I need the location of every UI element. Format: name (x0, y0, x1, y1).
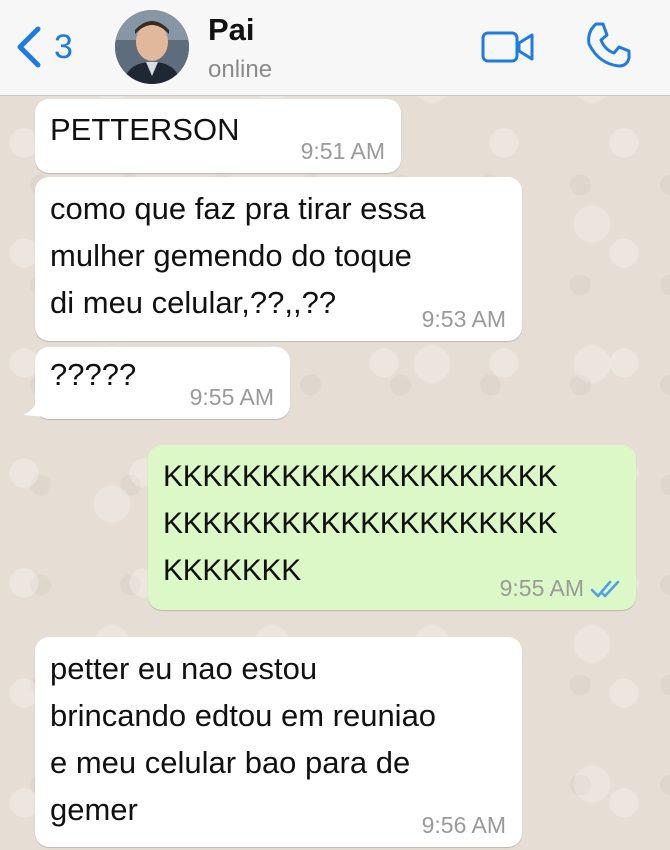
phone-icon[interactable] (583, 20, 633, 70)
bubble-tail (23, 395, 47, 417)
message-text: petter eu nao estou brincando edtou em r… (50, 651, 437, 827)
chat-header: 3 Pai online (0, 0, 670, 96)
double-check-icon (590, 580, 620, 597)
message-bubble[interactable]: PETTERSON 9:51 AM (35, 99, 401, 173)
message-time: 9:56 AM (421, 812, 506, 838)
message-time: 9:55 AM (499, 575, 584, 601)
avatar[interactable] (115, 10, 189, 84)
message-text: como que faz pra tirar essa mulher gemen… (50, 191, 426, 320)
message-text: PETTERSON (50, 112, 240, 147)
message-bubble[interactable]: como que faz pra tirar essa mulher gemen… (35, 177, 522, 341)
unread-count: 3 (54, 27, 73, 66)
chevron-left-icon (17, 26, 41, 68)
message-time: 9:55 AM (189, 384, 274, 410)
video-camera-icon[interactable] (481, 29, 535, 65)
message-text: KKKKKKKKKKKKKKKKKKKK KKKKKKKKKKKKKKKKKKK… (163, 460, 558, 587)
message-bubble[interactable]: KKKKKKKKKKKKKKKKKKKK KKKKKKKKKKKKKKKKKKK… (148, 445, 636, 610)
contact-name[interactable]: Pai (208, 12, 255, 48)
message-time-row: 9:55 AM (500, 575, 622, 602)
message-time: 9:53 AM (421, 306, 506, 332)
message-bubble[interactable]: ????? 9:55 AM (23, 347, 290, 419)
message-text: ????? (50, 357, 137, 392)
contact-status: online (208, 56, 273, 83)
back-button[interactable]: 3 (14, 22, 73, 72)
message-time: 9:51 AM (300, 138, 385, 164)
message-bubble[interactable]: petter eu nao estou brincando edtou em r… (35, 637, 522, 847)
